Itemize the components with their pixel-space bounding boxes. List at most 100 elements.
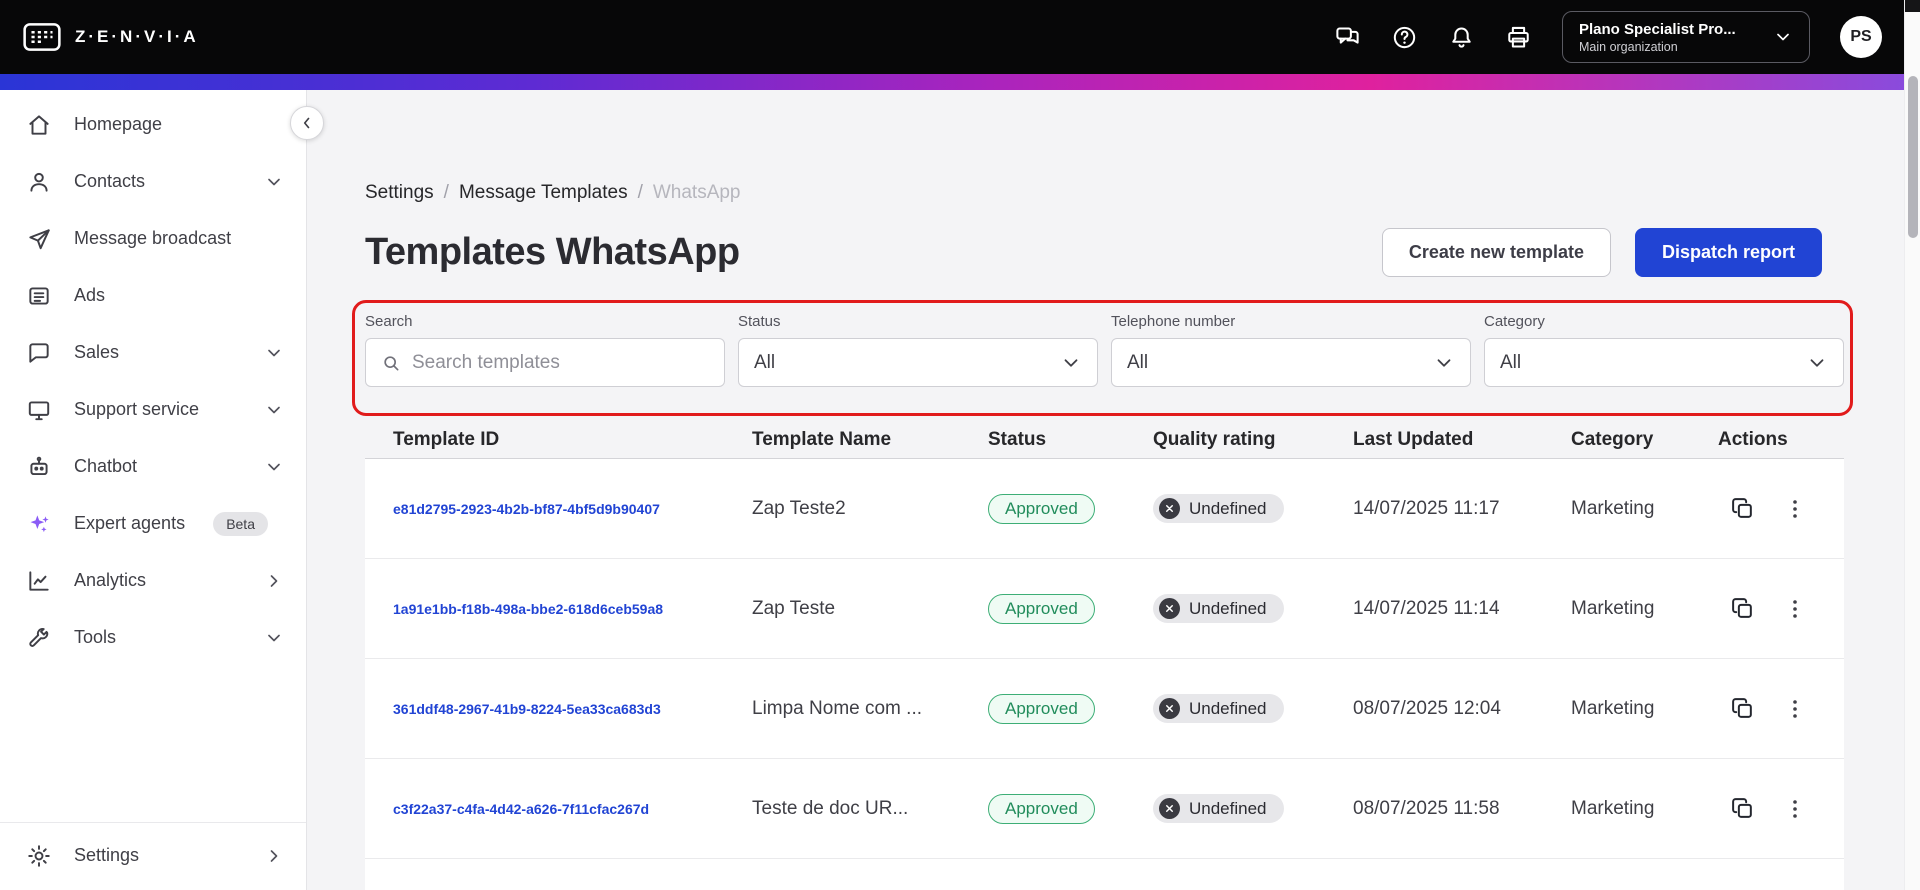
sidebar-collapse-button[interactable] (290, 106, 324, 140)
person-icon (26, 169, 52, 195)
sidebar: Homepage Contacts Message broadcast Ads … (0, 90, 307, 890)
template-id-link[interactable]: 361ddf48-2967-41b9-8224-5ea33ca683d3 (393, 701, 752, 717)
table-row: 361ddf48-2967-41b9-8224-5ea33ca683d3 Lim… (365, 659, 1844, 759)
notifications-bell-icon[interactable] (1448, 24, 1475, 51)
search-icon (381, 353, 401, 373)
newspaper-icon (26, 283, 52, 309)
x-circle-icon (1159, 498, 1180, 519)
brand-text: Z·E·N·V·I·A (75, 27, 199, 46)
sidebar-item-label: Sales (74, 342, 120, 362)
breadcrumb-settings[interactable]: Settings (365, 182, 434, 204)
agents-chat-icon[interactable] (1334, 24, 1361, 51)
line-chart-icon (26, 568, 52, 594)
sidebar-item-support-service[interactable]: Support service (0, 381, 306, 438)
search-input[interactable] (412, 351, 709, 374)
quality-rating-badge: Undefined (1153, 594, 1284, 623)
sidebar-item-label: Expert agents (74, 513, 186, 533)
sidebar-footer: Settings (0, 822, 306, 884)
sidebar-item-homepage[interactable]: Homepage (0, 96, 306, 153)
quality-rating-text: Undefined (1189, 698, 1267, 718)
quality-rating-text: Undefined (1189, 598, 1267, 618)
print-icon[interactable] (1505, 24, 1532, 51)
copy-icon[interactable] (1730, 496, 1755, 521)
last-updated: 14/07/2025 11:14 (1353, 597, 1500, 619)
template-name: Limpa Nome com ... (752, 697, 922, 719)
telephone-number-select[interactable]: All (1111, 338, 1471, 387)
user-avatar[interactable]: PS (1840, 16, 1882, 58)
sidebar-item-label: Chatbot (74, 456, 138, 476)
template-id-link[interactable]: 1a91e1bb-f18b-498a-bbe2-618d6ceb59a8 (393, 601, 752, 617)
status-select[interactable]: All (738, 338, 1098, 387)
sidebar-item-label: Analytics (74, 570, 147, 590)
kebab-menu-icon[interactable] (1783, 797, 1807, 821)
chevron-down-icon (264, 343, 284, 363)
chevron-down-icon (1433, 352, 1455, 374)
zenvia-logo[interactable]: Z·E·N·V·I·A (22, 17, 199, 57)
chevron-down-icon (264, 628, 284, 648)
kebab-menu-icon[interactable] (1783, 697, 1807, 721)
breadcrumb-separator: / (637, 182, 643, 203)
chevron-down-icon (264, 172, 284, 192)
category-select[interactable]: All (1484, 338, 1844, 387)
create-new-template-button[interactable]: Create new template (1381, 228, 1611, 277)
organization-name: Plano Specialist Pro... (1579, 20, 1736, 38)
sidebar-item-settings[interactable]: Settings (0, 827, 306, 884)
organization-selector[interactable]: Plano Specialist Pro... Main organizatio… (1562, 11, 1810, 63)
table-row-partial (365, 859, 1844, 890)
brand-gradient-bar (0, 74, 1904, 90)
filter-status: Status All (738, 313, 1098, 387)
sidebar-item-analytics[interactable]: Analytics (0, 552, 306, 609)
page-title: Templates WhatsApp (365, 231, 740, 273)
dispatch-report-button[interactable]: Dispatch report (1634, 228, 1822, 277)
robot-icon (26, 454, 52, 480)
sidebar-item-message-broadcast[interactable]: Message broadcast (0, 210, 306, 267)
copy-icon[interactable] (1730, 796, 1755, 821)
status-select-value: All (754, 351, 776, 373)
template-id-link[interactable]: c3f22a37-c4fa-4d42-a626-7f11cfac267d (393, 801, 752, 817)
organization-subtitle: Main organization (1579, 39, 1678, 54)
sidebar-item-contacts[interactable]: Contacts (0, 153, 306, 210)
chevron-down-icon (264, 457, 284, 477)
beta-badge: Beta (213, 511, 268, 536)
kebab-menu-icon[interactable] (1783, 497, 1807, 521)
sidebar-item-tools[interactable]: Tools (0, 609, 306, 666)
column-header: Template Name (752, 428, 892, 450)
telephone-select-value: All (1127, 351, 1149, 373)
column-header: Status (988, 428, 1047, 450)
template-id-link[interactable]: e81d2795-2923-4b2b-bf87-4bf5d9b90407 (393, 501, 752, 517)
chevron-right-icon (264, 846, 284, 866)
category-select-value: All (1500, 351, 1522, 373)
sidebar-item-expert-agents[interactable]: Expert agents Beta (0, 495, 306, 552)
sidebar-item-sales[interactable]: Sales (0, 324, 306, 381)
help-icon[interactable] (1391, 24, 1418, 51)
table-row: 1a91e1bb-f18b-498a-bbe2-618d6ceb59a8 Zap… (365, 559, 1844, 659)
chevron-down-icon (1060, 352, 1082, 374)
last-updated: 08/07/2025 12:04 (1353, 697, 1501, 719)
template-name: Zap Teste2 (752, 497, 846, 519)
sidebar-item-ads[interactable]: Ads (0, 267, 306, 324)
copy-icon[interactable] (1730, 696, 1755, 721)
x-circle-icon (1159, 698, 1180, 719)
copy-icon[interactable] (1730, 596, 1755, 621)
status-badge: Approved (988, 593, 1095, 624)
kebab-menu-icon[interactable] (1783, 597, 1807, 621)
filter-search: Search (365, 313, 725, 387)
sidebar-item-label: Homepage (74, 114, 163, 134)
category-value: Marketing (1571, 797, 1655, 819)
search-label: Search (365, 313, 413, 330)
scrollbar[interactable] (1904, 0, 1920, 890)
breadcrumb-message-templates[interactable]: Message Templates (459, 182, 628, 204)
table-row: c3f22a37-c4fa-4d42-a626-7f11cfac267d Tes… (365, 759, 1844, 859)
scrollbar-thumb[interactable] (1908, 76, 1918, 238)
quality-rating-badge: Undefined (1153, 694, 1284, 723)
filter-category: Category All (1484, 313, 1844, 387)
status-label: Status (738, 313, 781, 330)
table-header-row: Template ID Template Name Status Quality… (365, 421, 1844, 459)
sidebar-item-chatbot[interactable]: Chatbot (0, 438, 306, 495)
last-updated: 08/07/2025 11:58 (1353, 797, 1500, 819)
chevron-down-icon (1773, 27, 1793, 47)
filters-bar: Search Status All Telephone number All (365, 313, 1844, 387)
chevron-down-icon (264, 400, 284, 420)
sidebar-item-label: Settings (74, 845, 140, 865)
quality-rating-badge: Undefined (1153, 794, 1284, 823)
